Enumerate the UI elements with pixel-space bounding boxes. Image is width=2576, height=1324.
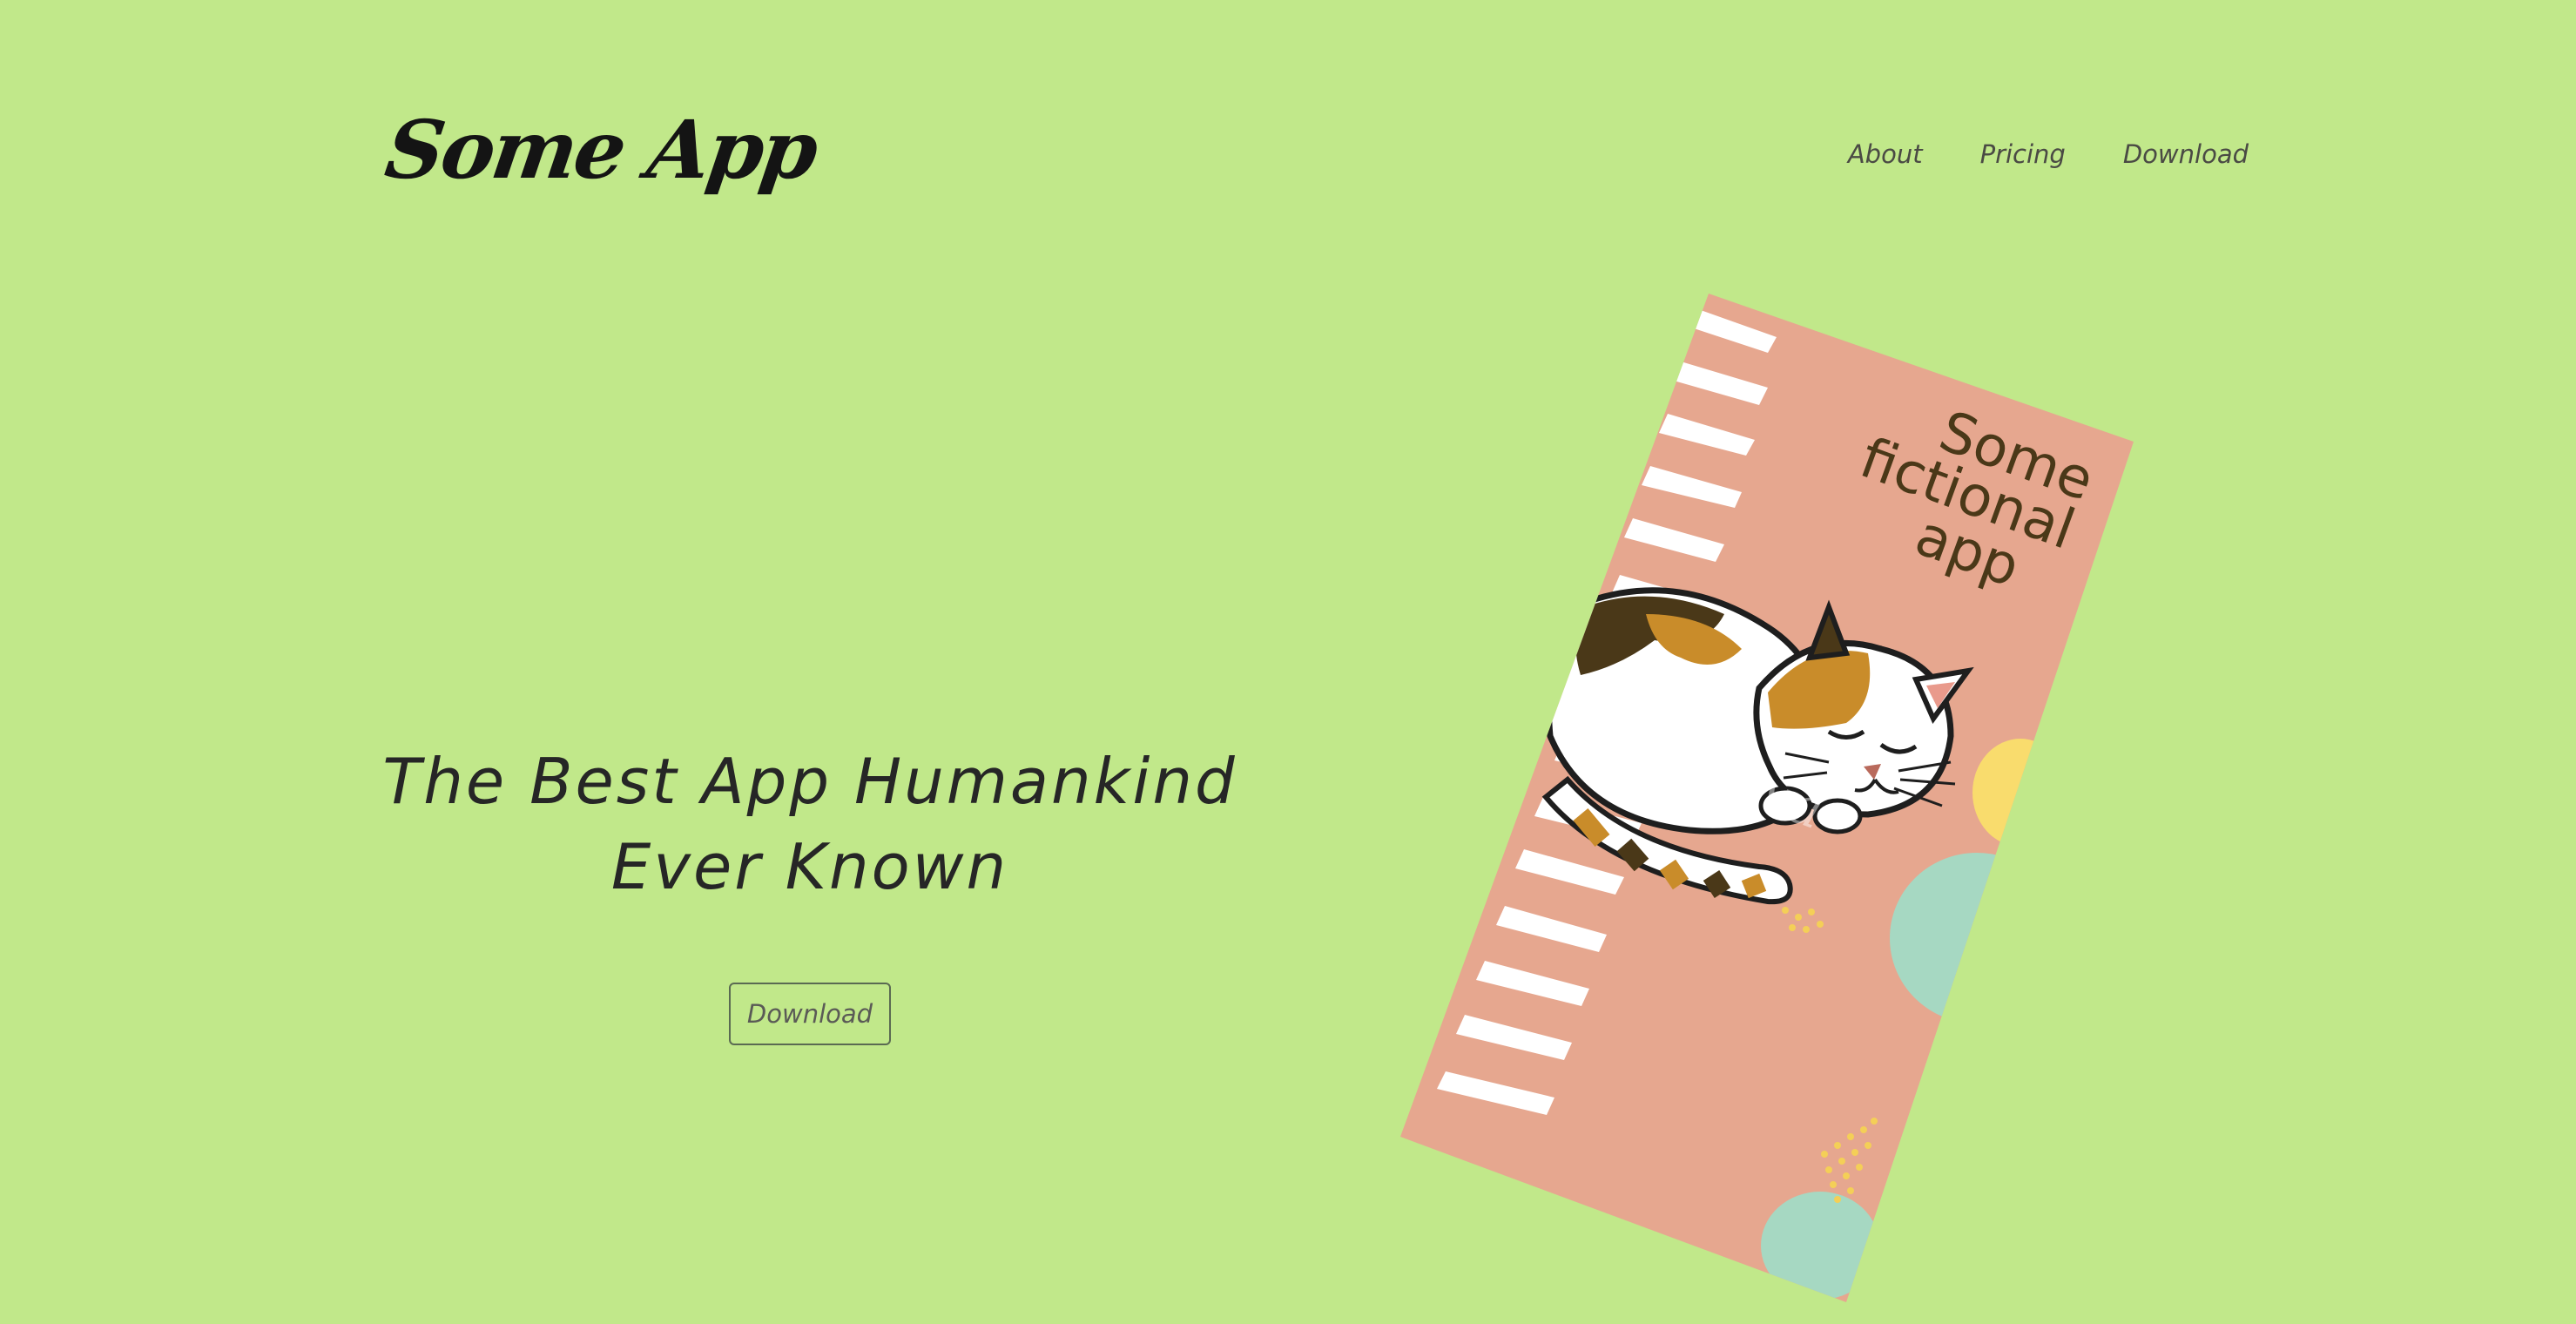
nav-about-link[interactable]: About bbox=[1848, 139, 1923, 169]
app-preview-image: Canva Some fictional app bbox=[1400, 294, 2134, 1302]
main-nav: About Pricing Download bbox=[1848, 139, 2249, 169]
hero-section: The Best App Humankind Ever Known Downlo… bbox=[374, 739, 1245, 1045]
hero-download-button[interactable]: Download bbox=[729, 983, 891, 1045]
teal-blob-small bbox=[1761, 1192, 1879, 1300]
nav-pricing-link[interactable]: Pricing bbox=[1980, 139, 2066, 169]
teal-blob bbox=[1890, 853, 2064, 1023]
hero-title-line-2: Ever Known bbox=[610, 830, 1009, 903]
hero-title-line-1: The Best App Humankind bbox=[382, 745, 1237, 818]
app-logo[interactable]: Some App bbox=[380, 103, 821, 197]
hero-title: The Best App Humankind Ever Known bbox=[374, 739, 1245, 909]
yellow-blob bbox=[1972, 739, 2068, 847]
nav-download-link[interactable]: Download bbox=[2123, 139, 2249, 169]
